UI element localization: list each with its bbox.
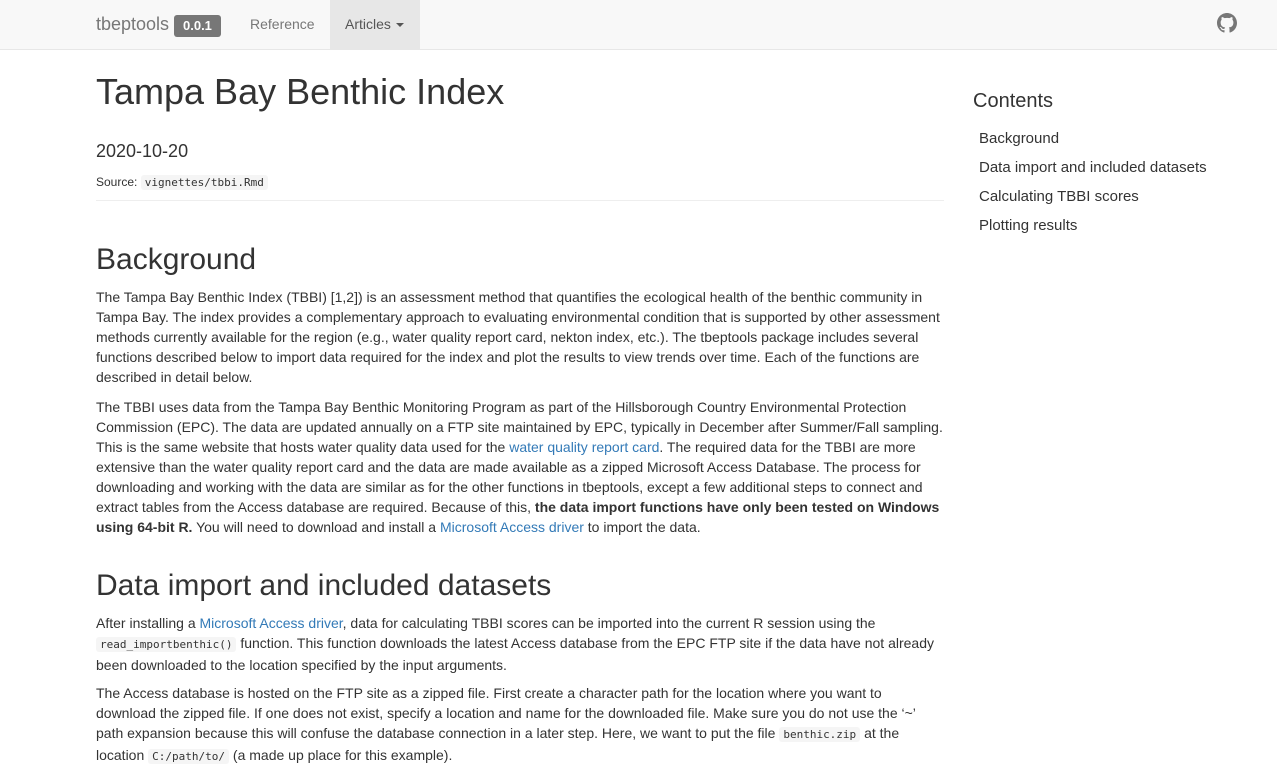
version-badge: 0.0.1 [174, 15, 221, 37]
background-paragraph-2: The TBBI uses data from the Tampa Bay Be… [96, 397, 944, 537]
text-span: After installing a [96, 615, 200, 631]
toc-title: Contents [973, 90, 1054, 112]
brand-link[interactable]: tbeptools [96, 14, 169, 34]
inline-code-benthic-zip: benthic.zip [779, 727, 861, 742]
header-divider [96, 200, 944, 201]
github-icon-svg [1217, 13, 1237, 33]
heading-data-import: Data import and included datasets [96, 569, 552, 602]
inline-code-read-importbenthic: read_importbenthic() [96, 637, 237, 652]
data-import-paragraph-2: The Access database is hosted on the FTP… [96, 683, 944, 767]
toc-item-calculating-scores[interactable]: Calculating TBBI scores [973, 182, 1233, 211]
heading-background: Background [96, 243, 257, 276]
data-import-paragraph-1: After installing a Microsoft Access driv… [96, 613, 944, 675]
toc-item-data-import[interactable]: Data import and included datasets [973, 153, 1233, 182]
github-icon[interactable] [1217, 13, 1237, 33]
nav-articles-dropdown[interactable]: Articles [330, 0, 420, 49]
background-paragraph-1: The Tampa Bay Benthic Index (TBBI) [1,2]… [96, 289, 940, 385]
article-date: 2020-10-20 [96, 141, 189, 161]
nav-articles-label: Articles [345, 16, 391, 32]
toc-item-plotting-results[interactable]: Plotting results [973, 211, 1233, 240]
text-span: to import the data. [583, 519, 701, 535]
source-file-link[interactable]: vignettes/tbbi.Rmd [140, 175, 268, 190]
toc-sidebar: Contents Background Data import and incl… [973, 88, 1233, 240]
text-span: You will need to download and install a [192, 519, 440, 535]
access-driver-link-2[interactable]: Microsoft Access driver [200, 615, 343, 631]
access-driver-link[interactable]: Microsoft Access driver [440, 519, 584, 535]
navbar: tbeptools 0.0.1 Reference Articles [0, 0, 1277, 50]
water-quality-link[interactable]: water quality report card [509, 439, 659, 455]
source-file-code: vignettes/tbbi.Rmd [140, 175, 268, 190]
toc-item-background[interactable]: Background [973, 124, 1233, 153]
page-title: Tampa Bay Benthic Index [96, 71, 505, 112]
source-label: Source: [96, 175, 138, 189]
text-span: (a made up place for this example). [229, 747, 453, 763]
source-line: Source: vignettes/tbbi.Rmd [96, 174, 268, 191]
nav-reference[interactable]: Reference [235, 0, 330, 49]
text-span: , data for calculating TBBI scores can b… [342, 615, 876, 631]
inline-code-path: C:/path/to/ [148, 749, 230, 764]
chevron-down-icon [395, 23, 404, 28]
